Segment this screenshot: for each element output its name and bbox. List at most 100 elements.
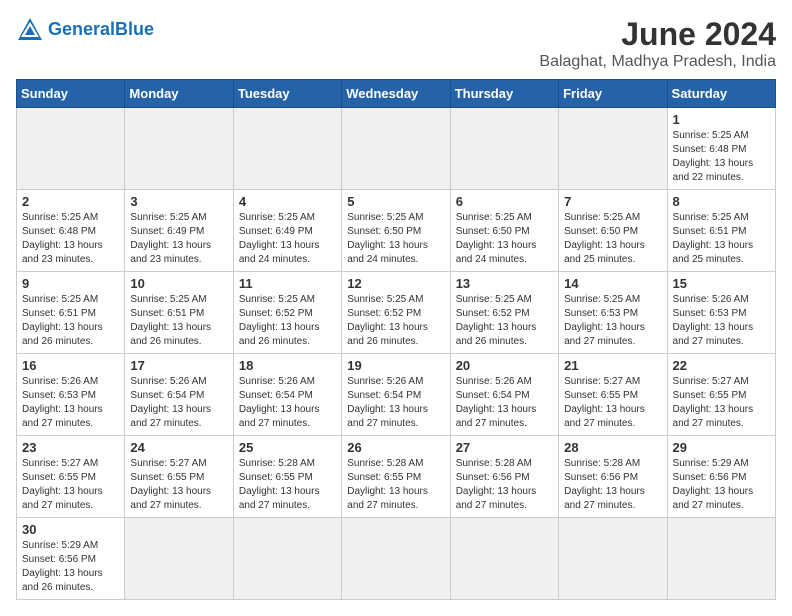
day-info: Sunrise: 5:29 AMSunset: 6:56 PMDaylight:…: [22, 539, 119, 595]
day-number: 1: [673, 112, 770, 127]
calendar-cell: [667, 518, 775, 600]
daylight-text: Daylight: 13 hours and 27 minutes.: [22, 486, 103, 511]
sunset-text: Sunset: 6:56 PM: [564, 472, 638, 483]
sunrise-text: Sunrise: 5:25 AM: [456, 294, 532, 305]
daylight-text: Daylight: 13 hours and 23 minutes.: [22, 240, 103, 265]
sunset-text: Sunset: 6:48 PM: [22, 226, 96, 237]
sunset-text: Sunset: 6:49 PM: [130, 226, 204, 237]
day-number: 3: [130, 194, 227, 209]
day-info: Sunrise: 5:25 AM Sunset: 6:52 PM Daylight:…: [239, 293, 336, 349]
calendar-cell: 22Sunrise: 5:27 AMSunset: 6:55 PMDayligh…: [667, 354, 775, 436]
day-number: 10: [130, 276, 227, 291]
day-info: Sunrise: 5:27 AMSunset: 6:55 PMDaylight:…: [564, 375, 661, 431]
sunset-text: Sunset: 6:51 PM: [22, 308, 96, 319]
day-number: 27: [456, 440, 553, 455]
calendar-cell: 9Sunrise: 5:25 AMSunset: 6:51 PMDaylight…: [17, 272, 125, 354]
calendar-cell: 6 Sunrise: 5:25 AMSunset: 6:50 PMDaylight…: [450, 190, 558, 272]
day-number: 7: [564, 194, 661, 209]
day-info: Sunrise: 5:25 AMSunset: 6:52 PMDaylight:…: [456, 293, 553, 349]
weekday-header-friday: Friday: [559, 80, 667, 108]
sunrise-text: Sunrise: 5:25 AM: [239, 294, 315, 305]
day-info: Sunrise: 5:26 AMSunset: 6:53 PMDaylight:…: [673, 293, 770, 349]
calendar-cell: 20Sunrise: 5:26 AMSunset: 6:54 PMDayligh…: [450, 354, 558, 436]
daylight-text: Daylight: 13 hours and 24 minutes.: [239, 240, 320, 265]
logo-text: GeneralBlue: [48, 20, 154, 40]
sunset-text: Sunset: 6:50 PM: [456, 226, 530, 237]
day-number: 30: [22, 522, 119, 537]
day-info: Sunrise: 5:26 AMSunset: 6:53 PMDaylight:…: [22, 375, 119, 431]
calendar-cell: 7Sunrise: 5:25 AMSunset: 6:50 PMDaylight…: [559, 190, 667, 272]
calendar-cell: 28Sunrise: 5:28 AMSunset: 6:56 PMDayligh…: [559, 436, 667, 518]
daylight-text: Daylight: 13 hours and 27 minutes.: [130, 404, 211, 429]
calendar-subtitle: Balaghat, Madhya Pradesh, India: [539, 53, 776, 71]
sunrise-text: Sunrise: 5:26 AM: [456, 376, 532, 387]
day-number: 5: [347, 194, 444, 209]
sunset-text: Sunset: 6:55 PM: [239, 472, 313, 483]
sunrise-text: Sunrise: 5:26 AM: [673, 294, 749, 305]
day-number: 2: [22, 194, 119, 209]
sunset-text: Sunset: 6:56 PM: [22, 554, 96, 565]
day-number: 6: [456, 194, 553, 209]
day-number: 4: [239, 194, 336, 209]
day-info: Sunrise: 5:25 AMSunset: 6:51 PMDaylight:…: [130, 293, 227, 349]
daylight-text: Daylight: 13 hours and 26 minutes.: [347, 322, 428, 347]
day-number: 23: [22, 440, 119, 455]
week-row-5: 23Sunrise: 5:27 AMSunset: 6:55 PMDayligh…: [17, 436, 776, 518]
sunrise-text: Sunrise: 5:26 AM: [239, 376, 315, 387]
daylight-text: Daylight: 13 hours and 27 minutes.: [673, 404, 754, 429]
calendar-cell: [342, 518, 450, 600]
sunset-text: Sunset: 6:53 PM: [564, 308, 638, 319]
sunset-text: Sunset: 6:52 PM: [239, 308, 313, 319]
calendar-cell: [17, 108, 125, 190]
sunrise-text: Sunrise: 5:25 AM: [673, 130, 749, 141]
sunrise-text: Sunrise: 5:25 AM: [239, 212, 315, 223]
sunrise-text: Sunrise: 5:29 AM: [673, 458, 749, 469]
day-info: Sunrise: 5:25 AMSunset: 6:50 PMDaylight:…: [347, 211, 444, 267]
day-info: Sunrise: 5:26 AMSunset: 6:54 PMDaylight:…: [239, 375, 336, 431]
sunset-text: Sunset: 6:50 PM: [347, 226, 421, 237]
daylight-text: Daylight: 13 hours and 27 minutes.: [347, 404, 428, 429]
calendar-header: SundayMondayTuesdayWednesdayThursdayFrid…: [17, 80, 776, 108]
sunrise-text: Sunrise: 5:25 AM: [130, 294, 206, 305]
calendar-cell: 23Sunrise: 5:27 AMSunset: 6:55 PMDayligh…: [17, 436, 125, 518]
day-number: 13: [456, 276, 553, 291]
daylight-text: Daylight: 13 hours and 26 minutes.: [22, 322, 103, 347]
calendar-cell: 19Sunrise: 5:26 AMSunset: 6:54 PMDayligh…: [342, 354, 450, 436]
sunrise-text: Sunrise: 5:25 AM: [673, 212, 749, 223]
calendar-cell: 27Sunrise: 5:28 AMSunset: 6:56 PMDayligh…: [450, 436, 558, 518]
sunset-text: Sunset: 6:55 PM: [347, 472, 421, 483]
calendar-cell: 17Sunrise: 5:26 AMSunset: 6:54 PMDayligh…: [125, 354, 233, 436]
sunset-text: Sunset: 6:55 PM: [564, 390, 638, 401]
logo-icon: [16, 16, 44, 44]
day-number: 15: [673, 276, 770, 291]
week-row-3: 9Sunrise: 5:25 AMSunset: 6:51 PMDaylight…: [17, 272, 776, 354]
day-info: Sunrise: 5:25 AMSunset: 6:50 PMDaylight:…: [456, 211, 553, 267]
day-info: Sunrise: 5:26 AMSunset: 6:54 PMDaylight:…: [456, 375, 553, 431]
sunrise-text: Sunrise: 5:25 AM: [22, 212, 98, 223]
week-row-1: 1Sunrise: 5:25 AMSunset: 6:48 PMDaylight…: [17, 108, 776, 190]
daylight-text: Daylight: 13 hours and 27 minutes.: [564, 322, 645, 347]
daylight-text: Daylight: 13 hours and 26 minutes.: [239, 322, 320, 347]
logo-blue: Blue: [115, 19, 154, 39]
day-number: 9: [22, 276, 119, 291]
daylight-text: Daylight: 13 hours and 27 minutes.: [456, 404, 537, 429]
day-number: 16: [22, 358, 119, 373]
sunrise-text: Sunrise: 5:28 AM: [347, 458, 423, 469]
calendar-cell: [125, 518, 233, 600]
day-info: Sunrise: 5:29 AMSunset: 6:56 PMDaylight:…: [673, 457, 770, 513]
daylight-text: Daylight: 13 hours and 26 minutes.: [22, 568, 103, 593]
daylight-text: Daylight: 13 hours and 22 minutes.: [673, 158, 754, 183]
weekday-header-wednesday: Wednesday: [342, 80, 450, 108]
sunset-text: Sunset: 6:56 PM: [673, 472, 747, 483]
sunset-text: Sunset: 6:54 PM: [347, 390, 421, 401]
daylight-text: Daylight: 13 hours and 24 minutes.: [347, 240, 428, 265]
calendar-title: June 2024: [539, 16, 776, 53]
day-number: 11: [239, 276, 336, 291]
sunrise-text: Sunrise: 5:25 AM: [564, 212, 640, 223]
daylight-text: Daylight: 13 hours and 27 minutes.: [673, 322, 754, 347]
day-info: Sunrise: 5:26 AMSunset: 6:54 PMDaylight:…: [130, 375, 227, 431]
weekday-header-thursday: Thursday: [450, 80, 558, 108]
calendar-cell: 24Sunrise: 5:27 AMSunset: 6:55 PMDayligh…: [125, 436, 233, 518]
calendar-cell: 4Sunrise: 5:25 AMSunset: 6:49 PMDaylight…: [233, 190, 341, 272]
week-row-6: 30 Sunrise: 5:29 AMSunset: 6:56 PMDayligh…: [17, 518, 776, 600]
